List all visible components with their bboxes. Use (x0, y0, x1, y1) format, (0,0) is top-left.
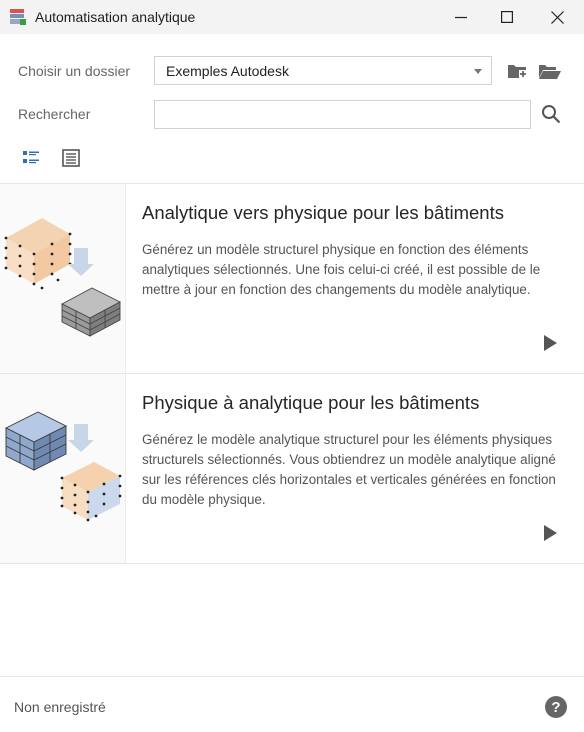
physical-to-analytical-thumbnail (4, 411, 122, 522)
run-button[interactable] (541, 334, 559, 352)
maximize-icon (501, 11, 513, 23)
list-detail-view-icon (23, 151, 39, 164)
open-folder-button[interactable] (538, 61, 562, 81)
app-icon (10, 9, 26, 25)
minimize-button[interactable] (438, 0, 484, 34)
card-thumbnail (0, 374, 126, 563)
title-bar: Automatisation analytique (0, 0, 584, 34)
card-description: Générez le modèle analytique structurel … (142, 432, 556, 507)
save-status: Non enregistré (14, 699, 106, 715)
search-label: Rechercher (18, 106, 91, 122)
search-icon (542, 105, 561, 124)
play-icon (544, 525, 557, 541)
folder-label: Choisir un dossier (18, 63, 131, 79)
card-analytical-to-physical[interactable]: Analytique vers physique pour les bâtime… (0, 184, 584, 373)
list-divider (0, 563, 584, 564)
run-button[interactable] (541, 524, 559, 542)
add-folder-icon (508, 65, 527, 78)
detail-view-button[interactable] (21, 148, 41, 168)
card-physical-to-analytical[interactable]: Physique à analytique pour les bâtiments… (0, 374, 584, 563)
card-title: Analytique vers physique pour les bâtime… (142, 202, 504, 223)
list-view-icon (62, 149, 80, 167)
analytical-to-physical-thumbnail (4, 218, 121, 337)
open-folder-icon (539, 65, 561, 79)
maximize-button[interactable] (484, 0, 530, 34)
close-icon (550, 10, 564, 24)
play-icon (544, 335, 557, 351)
close-button[interactable] (534, 0, 580, 34)
folder-select-value: Exemples Autodesk (166, 63, 289, 79)
footer-divider (0, 676, 584, 677)
chevron-down-icon (474, 69, 482, 74)
card-title: Physique à analytique pour les bâtiments (142, 392, 480, 413)
window-title: Automatisation analytique (35, 9, 196, 25)
minimize-icon (455, 16, 467, 19)
folder-select[interactable]: Exemples Autodesk (154, 56, 492, 85)
card-description: Générez un modèle structurel physique en… (142, 242, 541, 297)
card-thumbnail (0, 184, 126, 373)
search-button[interactable] (540, 103, 562, 125)
add-folder-button[interactable] (507, 61, 529, 81)
help-button[interactable]: ? (545, 696, 567, 718)
search-input[interactable] (154, 100, 531, 129)
list-view-button[interactable] (61, 148, 81, 168)
help-icon: ? (551, 698, 561, 716)
